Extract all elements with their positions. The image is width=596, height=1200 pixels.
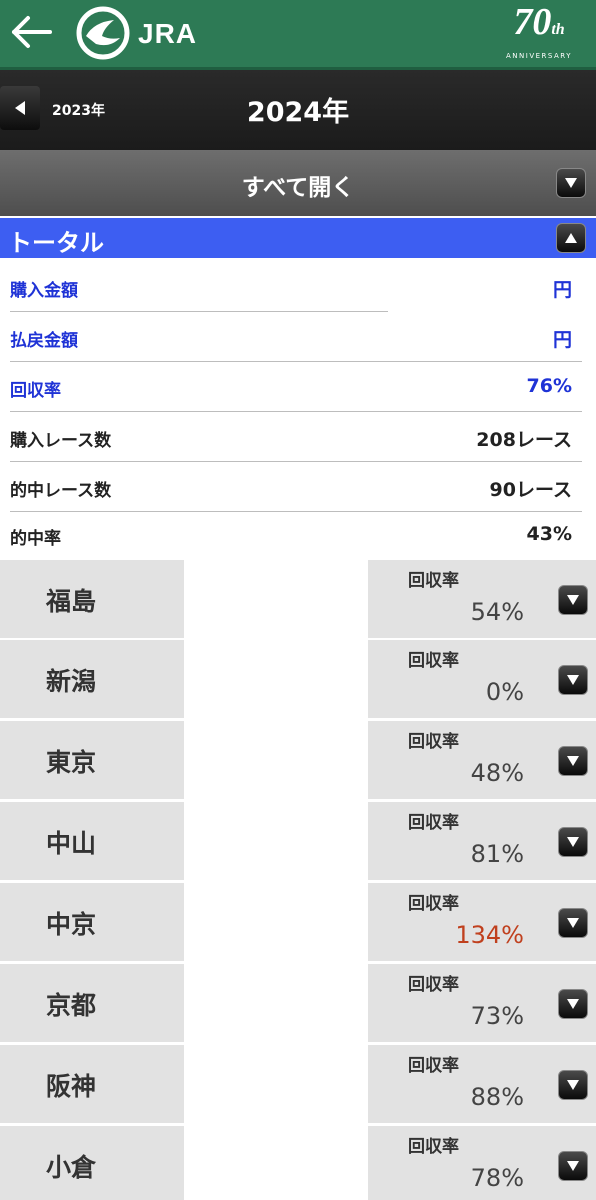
triangle-up-icon (565, 233, 577, 243)
triangle-down-icon (567, 1161, 579, 1171)
rate-label: 回収率 (408, 732, 459, 752)
triangle-down-icon (567, 675, 579, 685)
rate-value: 54% (470, 598, 524, 626)
venue-name: 新潟 (46, 667, 97, 696)
stat-row-payout-amount: 払戻金額 円 (10, 312, 582, 362)
rate-value: 78% (470, 1164, 524, 1192)
rate-value: 134% (455, 921, 524, 949)
stat-row-hit-rate: 的中率 43% (10, 510, 582, 560)
expand-venue-button[interactable] (558, 1151, 588, 1181)
expand-venue-button[interactable] (558, 908, 588, 938)
stat-label: 回収率 (10, 381, 61, 401)
triangle-down-icon (567, 999, 579, 1009)
venue-name: 中山 (46, 829, 97, 858)
stat-value: 90レース (489, 479, 573, 501)
app-header: JRA 70th ANNIVERSARY (0, 0, 596, 70)
rate-value: 81% (470, 840, 524, 868)
horseshoe-logo-icon (76, 6, 130, 60)
rate-value: 73% (470, 1002, 524, 1030)
stat-label: 払戻金額 (10, 331, 78, 351)
back-arrow-icon[interactable] (8, 12, 54, 52)
venue-name-cell: 中山 (0, 802, 184, 880)
triangle-down-icon (565, 178, 577, 188)
venue-row-fukushima[interactable]: 福島 回収率 54% (0, 560, 596, 640)
stat-row-return-rate: 回収率 76% (10, 362, 582, 412)
stat-value: 76% (526, 375, 572, 397)
expand-venue-button[interactable] (558, 827, 588, 857)
venue-row-hanshin[interactable]: 阪神 回収率 88% (0, 1045, 596, 1125)
venue-name: 福島 (46, 587, 97, 616)
venue-name: 中京 (46, 910, 97, 939)
rate-value: 88% (470, 1083, 524, 1111)
venue-name: 京都 (46, 991, 97, 1020)
rate-label: 回収率 (408, 571, 459, 591)
triangle-down-icon (567, 837, 579, 847)
venue-name-cell: 京都 (0, 964, 184, 1042)
rate-label: 回収率 (408, 1056, 459, 1076)
venue-name-cell: 福島 (0, 560, 184, 638)
rate-value: 0% (485, 678, 524, 706)
stat-value: 208レース (476, 429, 572, 451)
collapse-total-button[interactable] (556, 223, 586, 253)
expand-venue-button[interactable] (558, 1070, 588, 1100)
anniversary-word: ANNIVERSARY (506, 52, 572, 60)
rate-value: 48% (470, 759, 524, 787)
rate-label: 回収率 (408, 975, 459, 995)
rate-label: 回収率 (408, 813, 459, 833)
stat-value: 43% (526, 523, 572, 545)
triangle-down-icon (567, 595, 579, 605)
expand-venue-button[interactable] (558, 746, 588, 776)
stat-value: 円 (552, 279, 572, 301)
triangle-down-icon (567, 756, 579, 766)
venue-name-cell: 阪神 (0, 1045, 184, 1123)
stat-row-purchase-amount: 購入金額 円 (10, 262, 582, 312)
anniversary-suffix: th (551, 21, 565, 38)
triangle-down-icon (567, 1080, 579, 1090)
expand-all-button[interactable] (556, 168, 586, 198)
venue-name-cell: 小倉 (0, 1126, 184, 1200)
stat-label: 的中率 (10, 529, 61, 549)
venue-row-niigata[interactable]: 新潟 回収率 0% (0, 640, 596, 720)
venue-name: 東京 (46, 748, 97, 777)
anniversary-badge: 70th ANNIVERSARY (496, 2, 582, 62)
total-title: トータル (8, 229, 104, 257)
expand-all-label[interactable]: すべて開く (0, 168, 596, 202)
expand-venue-button[interactable] (558, 585, 588, 615)
expand-all-bar[interactable]: すべて開く (0, 150, 596, 216)
venue-row-chukyo[interactable]: 中京 回収率 134% (0, 883, 596, 963)
rate-label: 回収率 (408, 894, 459, 914)
stat-label: 購入レース数 (10, 431, 112, 451)
jra-logo: JRA (74, 6, 244, 60)
venue-name: 阪神 (46, 1072, 97, 1101)
venue-name-cell: 新潟 (0, 640, 184, 718)
venue-name: 小倉 (46, 1153, 97, 1182)
current-year: 2024年 (246, 97, 350, 128)
triangle-down-icon (567, 918, 579, 928)
expand-venue-button[interactable] (558, 665, 588, 695)
venue-name-cell: 中京 (0, 883, 184, 961)
stat-row-races-hit: 的中レース数 90レース (10, 462, 582, 512)
venue-row-kokura[interactable]: 小倉 回収率 78% (0, 1126, 596, 1200)
venue-name-cell: 東京 (0, 721, 184, 799)
venue-row-tokyo[interactable]: 東京 回収率 48% (0, 721, 596, 801)
venue-row-nakayama[interactable]: 中山 回収率 81% (0, 802, 596, 882)
stat-value: 円 (552, 329, 572, 351)
rate-label: 回収率 (408, 1137, 459, 1157)
year-navigation: 2023年 2024年 (0, 70, 596, 150)
total-section-header[interactable]: トータル (0, 218, 596, 258)
stat-label: 購入金額 (10, 281, 78, 301)
anniversary-number: 70 (513, 1, 552, 43)
stat-label: 的中レース数 (10, 481, 112, 501)
stat-row-races-bought: 購入レース数 208レース (10, 412, 582, 462)
rate-label: 回収率 (408, 651, 459, 671)
expand-venue-button[interactable] (558, 989, 588, 1019)
venue-row-kyoto[interactable]: 京都 回収率 73% (0, 964, 596, 1044)
brand-name: JRA (138, 18, 198, 49)
